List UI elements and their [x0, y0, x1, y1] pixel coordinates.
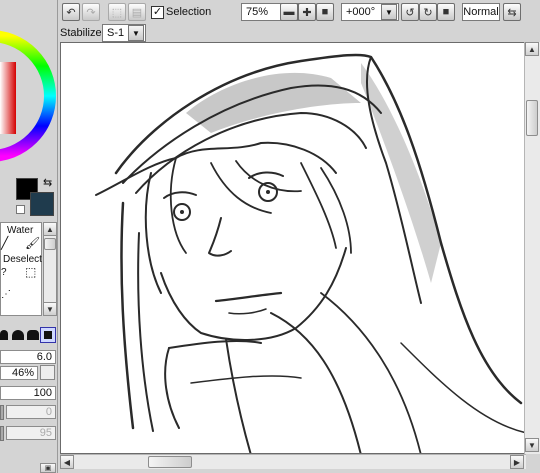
scroll-up-icon[interactable]: ▲	[43, 222, 57, 236]
brush-value-100-field[interactable]: 100	[0, 386, 56, 400]
brush-shape-square-icon	[44, 331, 52, 339]
flip-horizontal-button[interactable]: ⇆	[503, 3, 521, 21]
swap-colors-icon[interactable]: ⇆	[43, 176, 52, 189]
brush-shapes	[0, 326, 58, 344]
selection-checkbox[interactable]: ✓	[151, 6, 164, 19]
min-size-toggle[interactable]	[0, 405, 4, 420]
tool-list: Water 🖌 ╱ Deselect ⬚ ? ⋰	[0, 222, 42, 316]
canvas-artwork	[95, 53, 525, 453]
redo-icon: ↷	[86, 6, 96, 19]
vertical-scroll-thumb[interactable]	[526, 100, 538, 136]
chevron-down-icon: ▼	[128, 25, 144, 41]
brush-density-field[interactable]: 46%	[0, 366, 38, 380]
rotate-reset-button[interactable]: ■	[437, 3, 455, 21]
tool-list-scroll-thumb[interactable]	[44, 238, 56, 250]
plus-icon: ✚	[302, 6, 312, 19]
tool-water-label[interactable]: Water	[7, 225, 33, 236]
deselect-button[interactable]: ⬚	[108, 3, 126, 21]
brush-value-0-field: 0	[6, 405, 56, 419]
reset-zoom-icon: ■	[321, 6, 329, 18]
redo-button[interactable]: ↷	[82, 3, 100, 21]
zoom-reset-button[interactable]: ■	[316, 3, 334, 21]
minus-icon: ▬	[283, 6, 295, 18]
tool-deselect-label[interactable]: Deselect	[3, 254, 42, 265]
brush-shape-square-button[interactable]	[40, 327, 56, 343]
blending-toggle[interactable]	[0, 426, 4, 441]
undo-icon: ↶	[66, 6, 76, 19]
rotation-select[interactable]: +000° ▼	[341, 3, 399, 21]
scroll-down-icon[interactable]: ▼	[525, 438, 539, 452]
brush-size-field[interactable]: 6.0	[0, 350, 56, 364]
horizontal-scroll-thumb[interactable]	[148, 456, 192, 468]
checkmark-icon: ✓	[152, 6, 163, 18]
fill-tool-icon[interactable]: ?	[1, 267, 7, 278]
brush-value-95-field: 95	[6, 426, 56, 440]
panel-expand-icon[interactable]: ▣	[40, 463, 56, 473]
reset-colors-icon[interactable]	[16, 205, 25, 214]
toolbar: ↶ ↷ ⬚ ▤ ✓ Selection 75% ▼ ▬ ✚ ■ +000° ▼ …	[58, 0, 540, 24]
invert-selection-icon: ▤	[131, 6, 143, 19]
brush-shape-flat-icon[interactable]	[12, 330, 24, 340]
reset-rotation-icon: ■	[442, 6, 450, 18]
tool-list-scrollbar[interactable]: ▲ ▼	[43, 222, 57, 316]
zoom-in-button[interactable]: ✚	[298, 3, 316, 21]
scroll-up-icon[interactable]: ▲	[525, 42, 539, 56]
color-wheel[interactable]	[0, 14, 58, 174]
deselect-icon[interactable]: ⬚	[25, 265, 36, 279]
flip-horizontal-icon: ⇆	[507, 6, 517, 19]
invert-selection-button[interactable]: ▤	[128, 3, 146, 21]
scroll-right-icon[interactable]: ▶	[510, 455, 524, 469]
deselect-icon: ⬚	[111, 6, 123, 19]
stabilizer-select[interactable]: S-1 ▼	[102, 24, 146, 42]
scroll-left-icon[interactable]: ◀	[60, 455, 74, 469]
water-brush-icon[interactable]: 🖌	[25, 236, 40, 250]
rotate-right-button[interactable]: ↻	[419, 3, 437, 21]
canvas-vertical-scrollbar[interactable]: ▲ ▼	[524, 42, 540, 454]
blend-mode-button[interactable]: Normal	[462, 3, 500, 21]
drawing-canvas[interactable]	[60, 42, 526, 454]
stabilizer-label: Stabilizer	[60, 27, 106, 39]
pen-tool-icon[interactable]: ╱	[1, 236, 8, 250]
brush-shape-round-icon[interactable]	[0, 330, 8, 340]
selection-label: Selection	[166, 6, 212, 18]
rotate-left-icon: ↺	[405, 6, 415, 19]
scroll-down-icon[interactable]: ▼	[43, 302, 57, 316]
zoom-out-button[interactable]: ▬	[280, 3, 298, 21]
rotate-left-button[interactable]: ↺	[401, 3, 419, 21]
brush-shape-soft-icon[interactable]	[27, 330, 39, 340]
canvas-horizontal-scrollbar[interactable]: ◀ ▶	[60, 454, 526, 469]
chevron-down-icon: ▼	[381, 4, 397, 20]
select-tool-icon[interactable]: ⋰	[1, 289, 11, 300]
background-color-swatch[interactable]	[30, 192, 54, 216]
rotate-right-icon: ↻	[423, 6, 433, 19]
stabilizer-value: S-1	[107, 27, 125, 39]
undo-button[interactable]: ↶	[62, 3, 80, 21]
rotation-value: +000°	[346, 6, 376, 18]
density-slider-button[interactable]	[40, 365, 55, 380]
left-panel: ⇆ Water 🖌 ╱ Deselect ⬚ ? ⋰ ▲ ▼ 6.0 46% 1…	[0, 0, 58, 473]
